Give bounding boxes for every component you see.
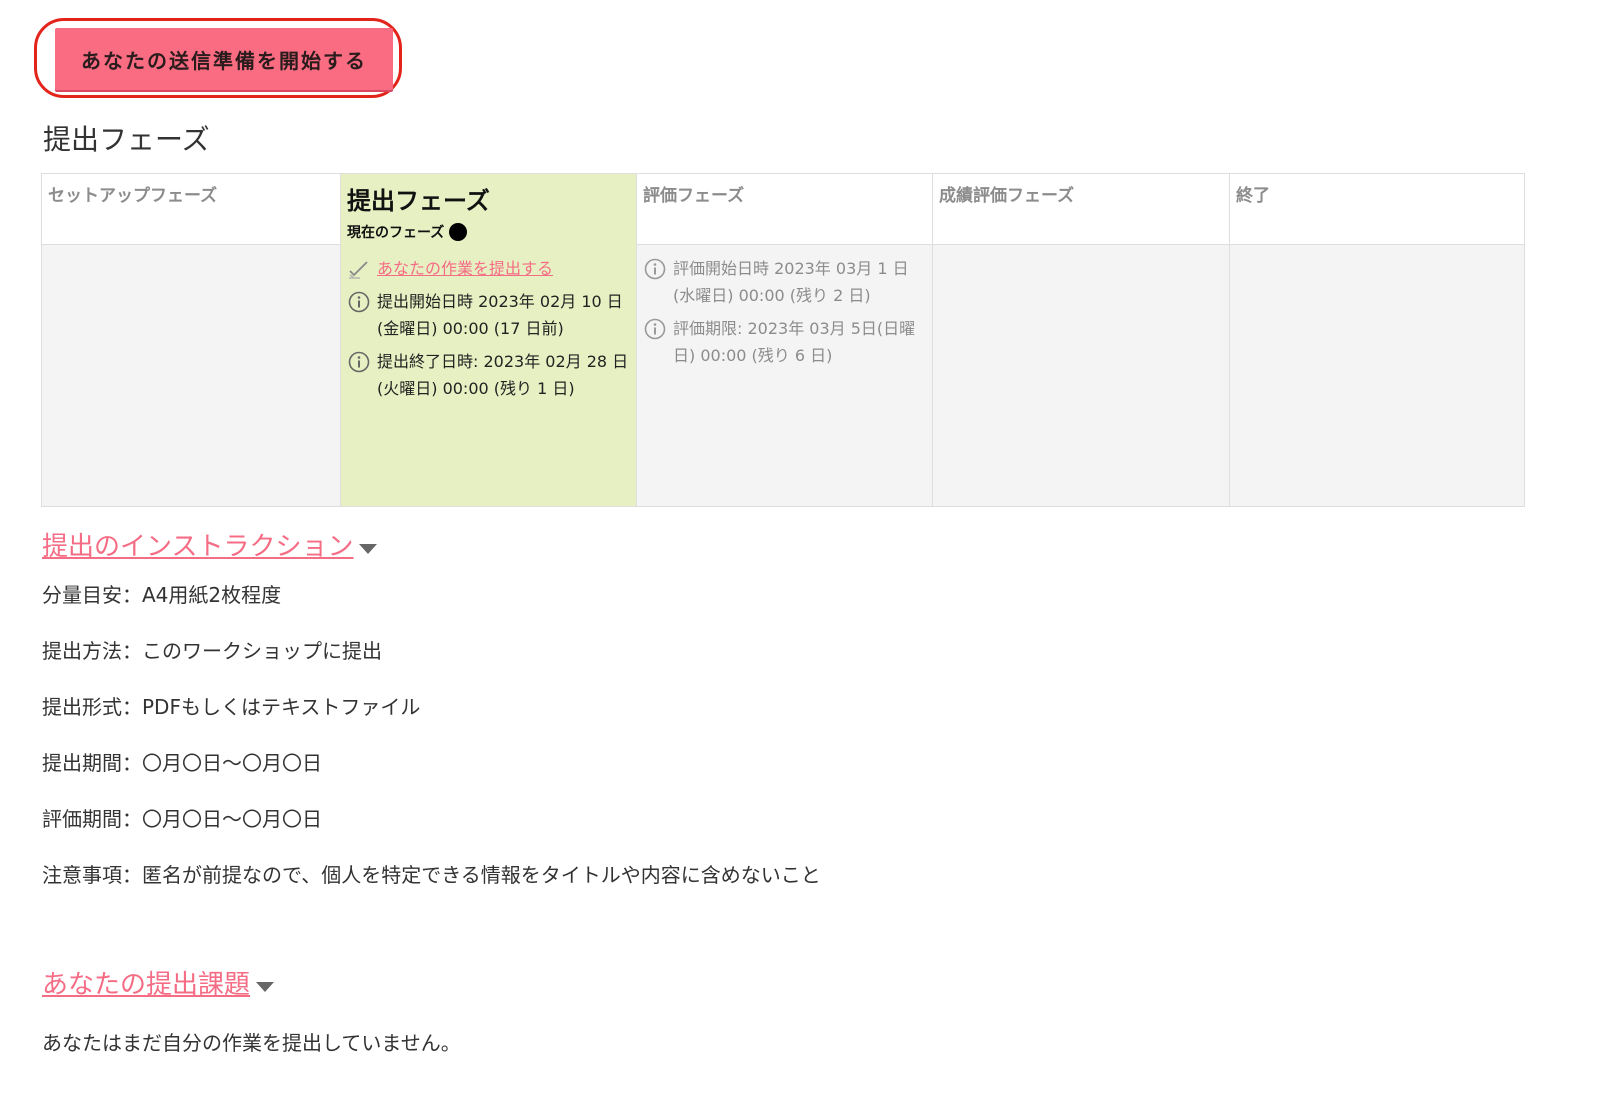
info-icon — [347, 348, 371, 375]
instruction-line: 提出形式：PDFもしくはテキストファイル — [42, 695, 421, 719]
caret-down-icon — [359, 543, 378, 554]
page-title: 提出フェーズ — [43, 123, 210, 156]
start-button-highlight: あなたの送信準備を開始する — [34, 18, 402, 98]
task-info: 評価期限: 2023年 03月 5日(日曜日) 00:00 (残り 6 日) — [643, 315, 926, 369]
task-info: 提出開始日時 2023年 02月 10 日(金曜日) 00:00 (17 日前) — [347, 288, 630, 342]
phase-column-grading: 成績評価フェーズ — [932, 174, 1229, 506]
instructions-content: 分量目安：A4用紙2枚程度 提出方法：このワークショップに提出 提出形式：PDF… — [42, 585, 1142, 921]
current-phase-label: 現在のフェーズ — [347, 222, 630, 242]
check-icon — [347, 255, 371, 282]
assessment-start-info: 評価開始日時 2023年 03月 1 日(水曜日) 00:00 (残り 2 日) — [673, 259, 909, 305]
phase-name: セットアップフェーズ — [48, 186, 218, 206]
no-submission-message: あなたはまだ自分の作業を提出していません。 — [42, 1031, 461, 1055]
submission-start-info: 提出開始日時 2023年 02月 10 日(金曜日) 00:00 (17 日前) — [377, 292, 623, 338]
instruction-line: 分量目安：A4用紙2枚程度 — [42, 583, 282, 607]
instruction-line: 提出期間：〇月〇日〜〇月〇日 — [42, 751, 322, 775]
info-icon — [643, 315, 667, 342]
task-info: 評価開始日時 2023年 03月 1 日(水曜日) 00:00 (残り 2 日) — [643, 255, 926, 309]
current-phase-dot-icon — [449, 223, 468, 241]
phase-name: 提出フェーズ — [347, 187, 490, 215]
phase-column-assessment: 評価フェーズ 評価開始日時 2023年 03月 1 日(水曜日) 00:00 (… — [636, 174, 932, 506]
phase-table: セットアップフェーズ 提出フェーズ 現在のフェーズ あなたの作業を提出する 提出… — [41, 173, 1525, 507]
instruction-line: 注意事項：匿名が前提なので、個人を特定できる情報をタイトルや内容に含めないこと — [42, 863, 821, 887]
phase-column-submission: 提出フェーズ 現在のフェーズ あなたの作業を提出する 提出開始日時 2023年 … — [340, 174, 636, 506]
phase-name: 終了 — [1236, 186, 1270, 206]
info-icon — [643, 255, 667, 282]
instructions-heading: 提出のインストラクション — [42, 532, 354, 562]
instructions-toggle[interactable]: 提出のインストラクション — [42, 526, 378, 563]
submission-heading: あなたの提出課題 — [42, 970, 251, 1000]
start-submission-button[interactable]: あなたの送信準備を開始する — [55, 28, 393, 90]
submission-end-info: 提出終了日時: 2023年 02月 28 日(火曜日) 00:00 (残り 1 … — [377, 352, 629, 398]
submit-work-link[interactable]: あなたの作業を提出する — [377, 255, 553, 282]
instruction-line: 提出方法：このワークショップに提出 — [42, 639, 382, 663]
assessment-end-info: 評価期限: 2023年 03月 5日(日曜日) 00:00 (残り 6 日) — [673, 319, 916, 365]
instruction-line: 評価期間：〇月〇日〜〇月〇日 — [42, 807, 322, 831]
caret-down-icon — [256, 981, 275, 992]
phase-column-setup: セットアップフェーズ — [42, 174, 340, 506]
phase-name: 評価フェーズ — [643, 186, 745, 206]
submission-toggle[interactable]: あなたの提出課題 — [42, 964, 275, 1001]
task-submit-work: あなたの作業を提出する — [347, 255, 630, 282]
phase-column-closed: 終了 — [1229, 174, 1524, 506]
task-info: 提出終了日時: 2023年 02月 28 日(火曜日) 00:00 (残り 1 … — [347, 348, 630, 402]
phase-name: 成績評価フェーズ — [939, 186, 1075, 206]
info-icon — [347, 288, 371, 315]
